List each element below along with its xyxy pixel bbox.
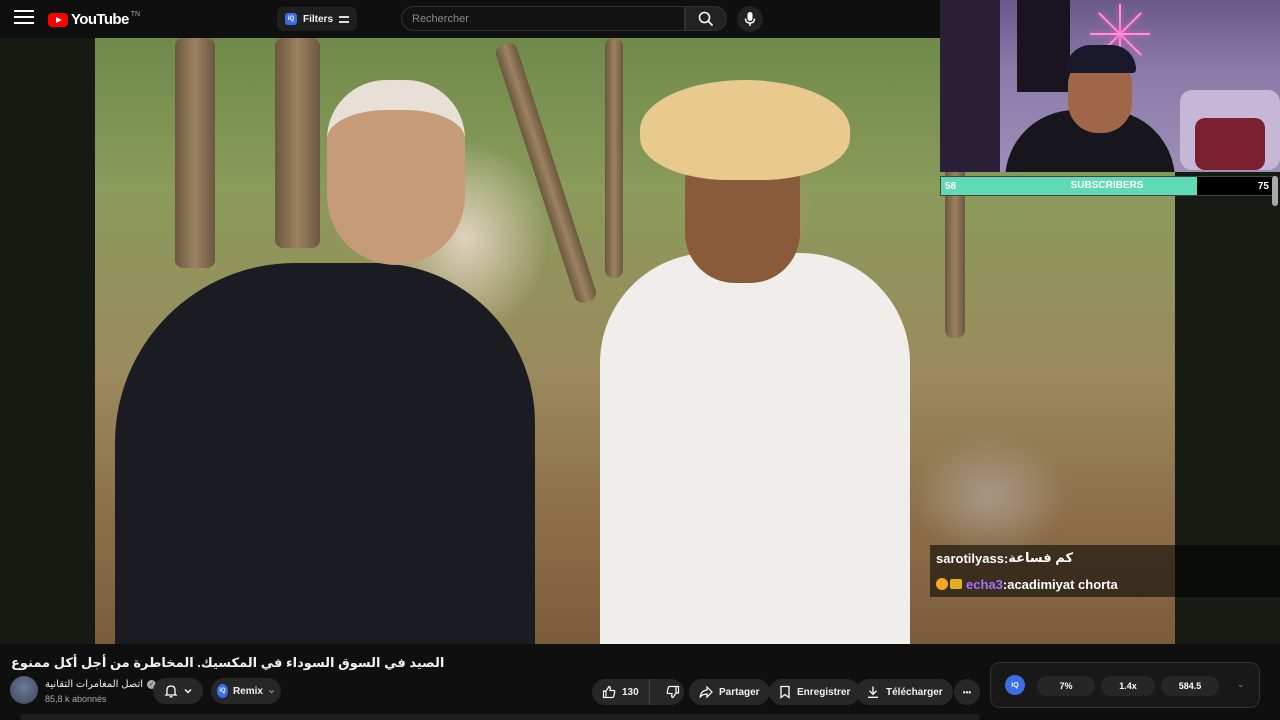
download-icon: [868, 686, 878, 698]
more-actions-button[interactable]: •••: [954, 679, 980, 705]
youtube-logo[interactable]: YouTube TN: [48, 11, 140, 28]
share-button[interactable]: Partager: [689, 679, 770, 705]
extension-stat[interactable]: 1.4x: [1101, 676, 1155, 696]
streamer-cap: [1066, 45, 1136, 73]
chat-message: echa3 : acadimiyat chorta: [930, 571, 1280, 597]
tree-trunk: [493, 41, 599, 305]
search-box: [401, 6, 685, 31]
iq-extension-icon: iQ: [285, 13, 297, 25]
share-label: Partager: [719, 686, 760, 698]
chat-badge-icon: [936, 578, 948, 590]
tree-trunk: [275, 38, 320, 248]
remix-label: Remix: [232, 685, 263, 697]
chef-figure: [600, 253, 910, 644]
remix-button[interactable]: iQ Remix: [211, 678, 281, 704]
chevron-down-icon: [184, 689, 191, 694]
chat-crown-icon: [950, 579, 962, 589]
blurred-region: [910, 433, 1070, 558]
iq-extension-icon[interactable]: iQ: [1005, 675, 1025, 695]
extension-panel: iQ 7% 1.4x 584.5 ⌄: [990, 662, 1260, 708]
thumbs-down-icon: [666, 685, 679, 699]
chat-username: echa3: [966, 576, 1003, 592]
channel-name[interactable]: اتصل المغامرات التقانية: [45, 679, 143, 690]
chat-username: sarotilyass: [936, 550, 1004, 566]
tree-trunk: [605, 38, 623, 278]
search-button[interactable]: [685, 6, 727, 31]
logo-text: YouTube: [71, 11, 129, 28]
bookmark-icon: [780, 685, 790, 699]
straw-hat: [640, 80, 850, 180]
thumbs-up-icon: [602, 685, 616, 699]
save-button[interactable]: Enregistrer: [769, 679, 861, 705]
search-input[interactable]: [402, 7, 684, 30]
dislike-button[interactable]: [656, 679, 690, 705]
youtube-play-icon: [48, 12, 68, 27]
download-button[interactable]: Télécharger: [856, 679, 953, 705]
save-label: Enregistrer: [797, 686, 851, 698]
bell-icon: [163, 685, 178, 698]
woman-figure: [115, 263, 535, 644]
like-count: 130: [622, 686, 639, 698]
streamer-facecam: [940, 0, 1280, 172]
tree-trunk: [175, 38, 215, 268]
woman-head: [327, 80, 465, 265]
subscriber-goal-target: 75: [1257, 181, 1269, 192]
more-dots-icon: •••: [962, 687, 972, 697]
menu-icon[interactable]: [14, 10, 34, 28]
logo-country-code: TN: [130, 11, 141, 18]
video-title: الصيد في السوق السوداء في المكسيك. المخا…: [11, 655, 445, 670]
channel-name-row[interactable]: اتصل المغامرات التقانية ✓: [45, 679, 157, 690]
filters-button[interactable]: iQ Filters: [277, 7, 358, 31]
voice-search-button[interactable]: [737, 6, 763, 32]
channel-avatar[interactable]: [10, 676, 38, 704]
video-side-padding-left: [0, 38, 95, 644]
extension-stat[interactable]: 7%: [1037, 676, 1095, 696]
like-button[interactable]: 130: [592, 679, 650, 705]
filters-label: Filters: [303, 13, 334, 25]
chat-text: acadimiyat chorta: [1007, 576, 1118, 592]
chevron-down-icon[interactable]: ⌄: [1237, 679, 1245, 690]
masthead: YouTube TN iQ Filters: [0, 0, 940, 38]
microphone-icon: [744, 12, 756, 26]
subscriber-goal-bar: 58 SUBSCRIBERS 75: [940, 176, 1274, 196]
extension-stat[interactable]: 584.5: [1161, 676, 1219, 696]
search-icon: [698, 11, 714, 26]
chevron-down-icon: [269, 689, 274, 693]
iq-extension-icon: iQ: [217, 684, 228, 698]
download-label: Télécharger: [886, 686, 943, 698]
share-icon: [699, 685, 713, 699]
subscriber-goal-label: SUBSCRIBERS: [1070, 180, 1144, 191]
sliders-icon: [339, 14, 350, 24]
chat-message: sarotilyass : كم فساعة: [930, 545, 1280, 571]
like-dislike-group: 130: [592, 679, 684, 705]
facecam-poster: [1017, 0, 1070, 92]
facecam-wall: [940, 0, 1000, 172]
subscriber-count: 85,8 k abonnés: [45, 694, 107, 704]
facecam-pillow: [1195, 118, 1265, 170]
notifications-button[interactable]: [153, 678, 203, 704]
page-scrollbar[interactable]: [1272, 176, 1278, 206]
description-preview-edge: [20, 714, 980, 720]
chat-text: كم فساعة: [1008, 550, 1074, 565]
